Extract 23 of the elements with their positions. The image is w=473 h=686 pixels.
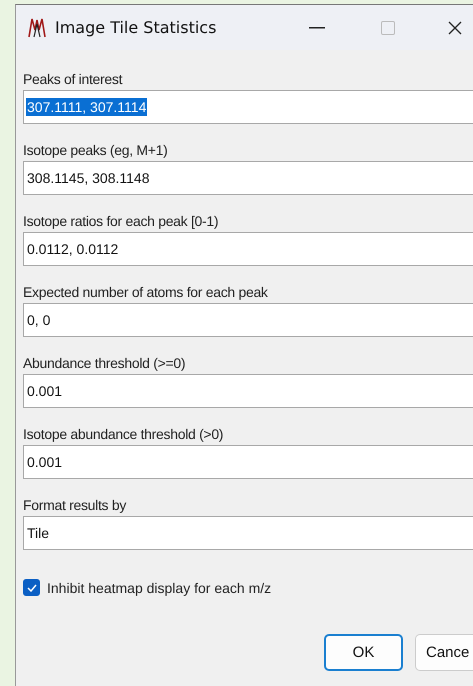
input-field[interactable]: 0.0112, 0.0112	[23, 232, 473, 266]
peaks-icon	[28, 18, 46, 38]
field-label: Peaks of interest	[23, 70, 122, 88]
minimize-icon[interactable]	[309, 26, 326, 28]
checkbox[interactable]	[23, 579, 40, 596]
input-field[interactable]: 0.001	[23, 374, 473, 408]
input-field[interactable]: 307.1111, 307.1114	[23, 90, 473, 124]
input-field[interactable]: 308.1145, 308.1148	[23, 161, 473, 195]
field-label: Isotope abundance threshold (>0)	[23, 425, 224, 443]
input-field[interactable]: Tile	[23, 516, 473, 550]
checkmark-icon	[26, 584, 36, 592]
field-label: Isotope peaks (eg, M+1)	[23, 141, 168, 159]
field-label: Expected number of atoms for each peak	[23, 283, 268, 301]
window-title: Image Tile Statistics	[55, 18, 216, 37]
field-label: Format results by	[23, 496, 126, 514]
checkbox-label[interactable]: Inhibit heatmap display for each m/z	[47, 580, 272, 596]
close-icon[interactable]	[448, 20, 462, 34]
input-field[interactable]: 0, 0	[23, 303, 473, 337]
field-label: Isotope ratios for each peak [0-1)	[23, 212, 218, 230]
dialog-button[interactable]: Cance	[415, 634, 473, 671]
field-label: Abundance threshold (>=0)	[23, 354, 186, 372]
dialog-button[interactable]: OK	[324, 634, 403, 671]
input-field[interactable]: 0.001	[23, 445, 473, 479]
